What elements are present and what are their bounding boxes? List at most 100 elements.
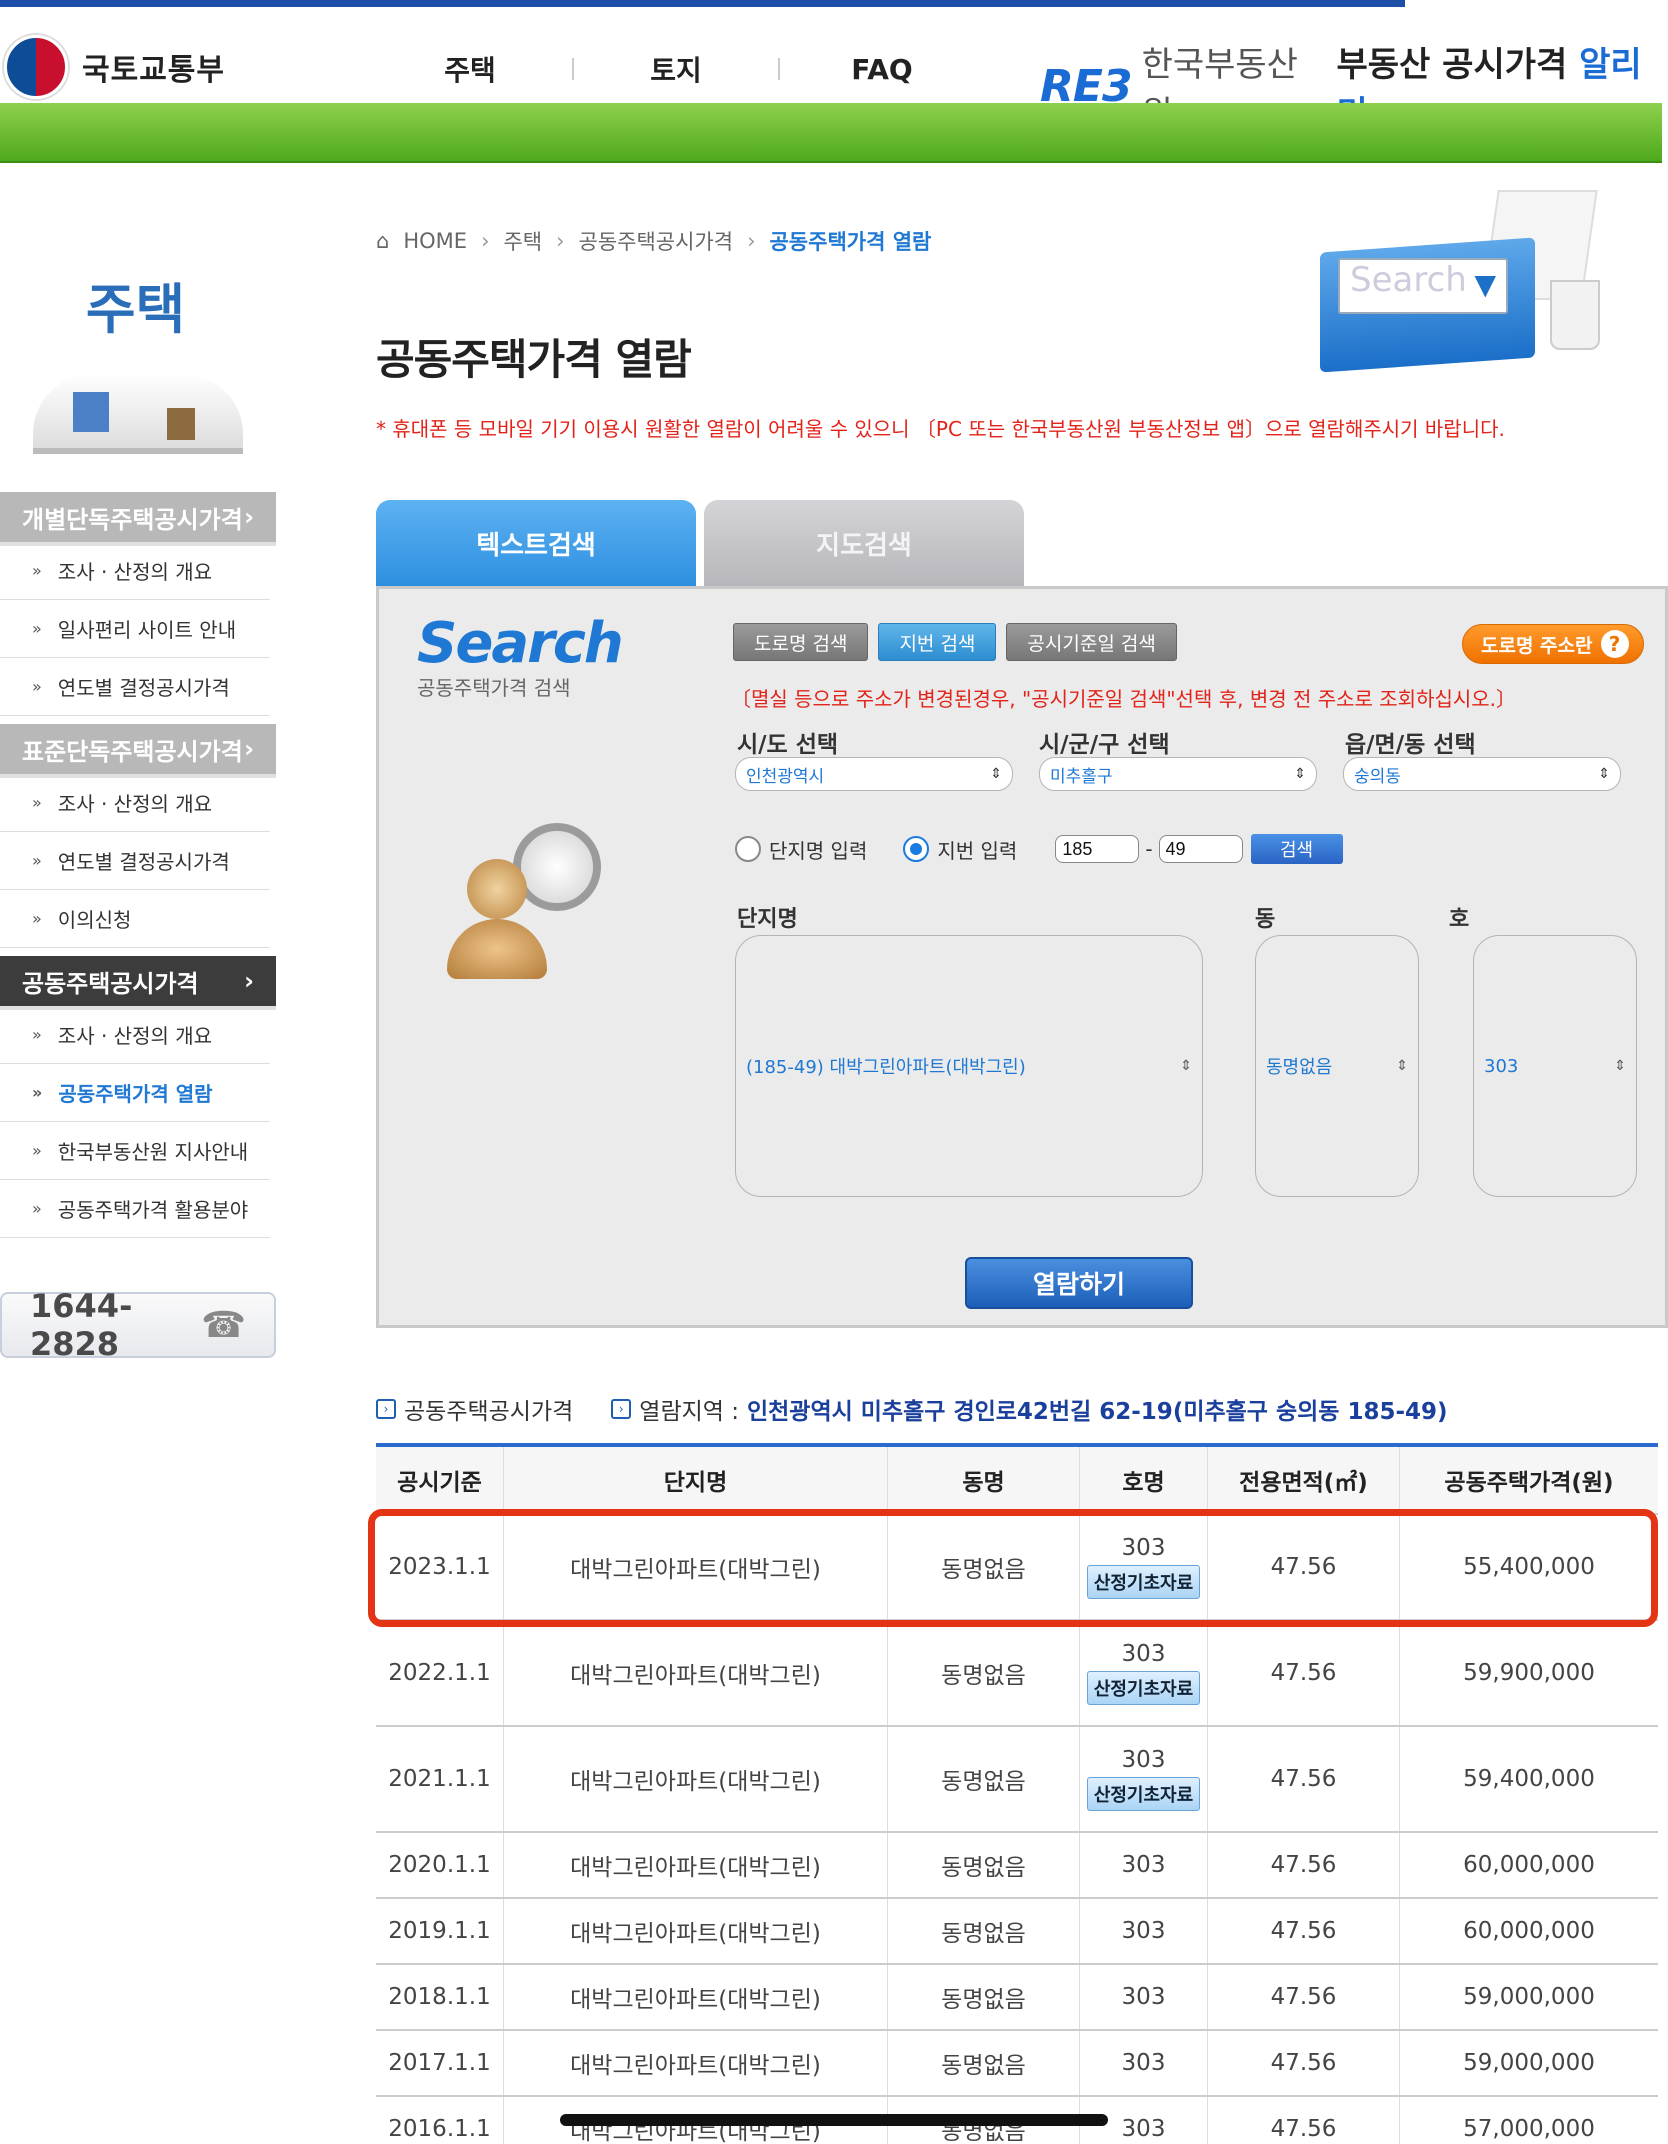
cell-area: 47.56 [1208, 1515, 1400, 1619]
unit-list-label: 호 [1449, 907, 1470, 932]
jibun-search-button[interactable]: 지번 검색 [878, 623, 997, 661]
site-header: 국토교통부 주택 토지 FAQ RE3 한국부동산원 부동산 공시가격 알리미 [0, 7, 1668, 134]
sido-select[interactable]: 인천광역시 ⇕ [735, 757, 1013, 791]
cell-date: 2018.1.1 [376, 1965, 504, 2029]
road-name-search-button[interactable]: 도로명 검색 [733, 623, 869, 661]
complex-name-radio[interactable] [735, 836, 761, 862]
section-box-icon: › [611, 1399, 632, 1419]
cell-price-text: 55,400,000 [1463, 1554, 1595, 1580]
cell-complex: 대박그린아파트(대박그린) [504, 1515, 888, 1619]
cell-complex-text: 대박그린아파트(대박그린) [570, 1769, 821, 1795]
breadcrumb-home[interactable]: HOME [403, 229, 467, 253]
cell-ho-text: 303 [1121, 1852, 1166, 1878]
cell-date: 2019.1.1 [376, 1899, 504, 1963]
breadcrumb-separator: › [556, 229, 565, 253]
building-listbox[interactable]: 동명없음 ⇕ [1255, 935, 1419, 1197]
sidebar-head-individual[interactable]: 개별단독주택공시가격 › [0, 492, 276, 542]
eupmyeondong-select[interactable]: 숭의동 ⇕ [1343, 757, 1621, 791]
cell-date-text: 2023.1.1 [388, 1554, 491, 1580]
road-address-help-button[interactable]: 도로명 주소란 ? [1462, 624, 1644, 664]
calculation-basis-button[interactable]: 산정기초자료 [1086, 1777, 1201, 1811]
sidebar-item-branch-info[interactable]: 한국부동산원 지사안내 [0, 1122, 270, 1180]
search-tabs: 텍스트검색 지도검색 [376, 500, 1024, 586]
calculation-basis-button[interactable]: 산정기초자료 [1086, 1671, 1201, 1705]
cell-dong: 동명없음 [888, 1621, 1080, 1725]
col-header-date: 공시기준 [376, 1447, 504, 1513]
bunji-sub-input[interactable] [1158, 835, 1243, 863]
sidebar-item-yearly-prices[interactable]: 연도별 결정공시가격 [0, 832, 270, 890]
sidebar-item-survey-overview[interactable]: 조사 · 산정의 개요 [0, 774, 270, 832]
nav-land[interactable]: 토지 [606, 49, 746, 89]
bunji-main-input[interactable] [1055, 835, 1140, 863]
sidebar-item-survey-overview[interactable]: 조사 · 산정의 개요 [0, 542, 270, 600]
cell-ho-text: 303 [1121, 1984, 1166, 2010]
unit-listbox[interactable]: 303 ⇕ [1473, 935, 1637, 1197]
breadcrumb-housing[interactable]: 주택 [503, 226, 542, 256]
cell-ho: 303 [1080, 2031, 1208, 2095]
cell-price: 59,000,000 [1400, 2031, 1658, 2095]
sidebar-head-label: 표준단독주택공시가격 [22, 737, 243, 766]
jibun-radio[interactable] [903, 836, 930, 862]
sidebar-item-objection[interactable]: 이의신청 [0, 890, 270, 948]
tab-text-search[interactable]: 텍스트검색 [376, 500, 696, 586]
sigungu-select[interactable]: 미추홀구 ⇕ [1039, 757, 1317, 791]
unit-option[interactable]: 303 [1484, 1056, 1518, 1077]
cell-area-text: 47.56 [1270, 1918, 1337, 1944]
cell-dong-text: 동명없음 [941, 1663, 1026, 1689]
cell-area: 47.56 [1208, 2031, 1400, 2095]
breadcrumb-apartment[interactable]: 공동주택공시가격 [579, 226, 734, 256]
calculation-basis-button[interactable]: 산정기초자료 [1086, 1565, 1201, 1599]
green-banner-bar [0, 103, 1662, 163]
question-icon: ? [1600, 630, 1629, 658]
cell-area-text: 47.56 [1270, 1660, 1337, 1686]
sidebar-item-ilsapyeonri[interactable]: 일사편리 사이트 안내 [0, 600, 270, 658]
cell-price-text: 59,900,000 [1463, 1660, 1595, 1686]
jibun-search-go-button[interactable]: 검색 [1250, 834, 1343, 864]
col-header-area: 전용면적(㎡) [1208, 1447, 1400, 1513]
cell-dong-text: 동명없음 [941, 1921, 1026, 1947]
dong-label: 읍/면/동 선택 [1345, 732, 1476, 758]
sidebar: 주택 개별단독주택공시가격› 조사 · 산정의 개요 일사편리 사이트 안내 연… [0, 200, 276, 1238]
search-mode-buttons: 도로명 검색 지번 검색 공시기준일 검색 [733, 623, 1177, 661]
table-row: 2021.1.1 대박그린아파트(대박그린) 동명없음 303 산정기초자료 47.56 5… [376, 1727, 1658, 1833]
search-panel: Search 공동주택가격 검색 도로명 검색 지번 검색 공시기준일 검색 도… [376, 586, 1668, 1328]
view-button[interactable]: 열람하기 [965, 1257, 1193, 1309]
col-header-ho: 호명 [1080, 1447, 1208, 1513]
chevron-right-icon: › [244, 967, 254, 995]
table-row: 2017.1.1 대박그린아파트(대박그린) 동명없음 303 47.56 59,000,… [376, 2031, 1658, 2097]
complex-option[interactable]: (185-49) 대박그린아파트(대박그린) [746, 1053, 1026, 1079]
sidebar-item-usage[interactable]: 공동주택가격 활용분야 [0, 1180, 270, 1238]
nav-housing[interactable]: 주택 [400, 49, 540, 89]
cell-ho: 303 [1080, 1965, 1208, 2029]
search-logo-text: Search [417, 611, 624, 676]
cell-area-text: 47.56 [1270, 1766, 1337, 1792]
cell-dong: 동명없음 [888, 1833, 1080, 1897]
bunji-dash: - [1145, 837, 1153, 861]
base-date-search-button[interactable]: 공시기준일 검색 [1006, 623, 1177, 661]
cell-complex-text: 대박그린아파트(대박그린) [570, 1663, 821, 1689]
sidebar-item-yearly-prices[interactable]: 연도별 결정공시가격 [0, 658, 270, 716]
magnifier-lens [513, 823, 601, 911]
nav-faq[interactable]: FAQ [812, 53, 952, 86]
sidebar-head-standard[interactable]: 표준단독주택공시가격 › [0, 724, 276, 774]
cell-complex: 대박그린아파트(대박그린) [504, 1899, 888, 1963]
cell-price: 60,000,000 [1400, 1833, 1658, 1897]
building-option[interactable]: 동명없음 [1266, 1053, 1332, 1079]
sidebar-item-apartment-price-view[interactable]: 공동주택가격 열람 [0, 1064, 270, 1122]
sidebar-item-survey-overview[interactable]: 조사 · 산정의 개요 [0, 1006, 270, 1064]
home-indicator[interactable] [560, 2114, 1108, 2126]
cell-dong: 동명없음 [888, 1965, 1080, 2029]
cell-complex: 대박그린아파트(대박그린) [504, 1833, 888, 1897]
cell-area-text: 47.56 [1270, 1554, 1337, 1580]
cell-date-text: 2017.1.1 [388, 2050, 491, 2076]
cell-price-text: 59,000,000 [1463, 1984, 1595, 2010]
tab-map-search[interactable]: 지도검색 [704, 500, 1024, 586]
cell-ho-text: 303 [1121, 1535, 1166, 1561]
ministry-logo[interactable]: 국토교통부 [4, 35, 225, 99]
complex-listbox[interactable]: (185-49) 대박그린아파트(대박그린) ⇕ [735, 935, 1203, 1197]
cell-complex-text: 대박그린아파트(대박그린) [570, 1987, 821, 2013]
sidebar-head-apartment[interactable]: 공동주택공시가격 › [0, 956, 276, 1006]
road-address-help-label: 도로명 주소란 [1481, 634, 1593, 657]
nav-divider [572, 58, 574, 80]
search-logo-sub: 공동주택가격 검색 [417, 676, 571, 700]
